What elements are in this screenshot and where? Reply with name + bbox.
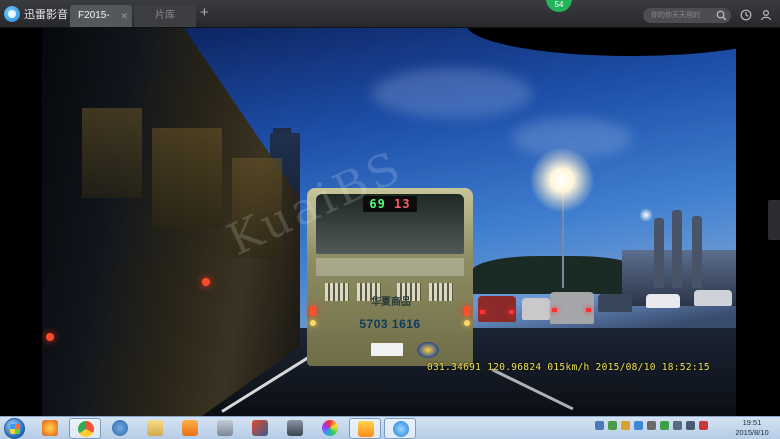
thunder-icon: [393, 421, 409, 437]
app-name: 迅雷影音: [24, 9, 68, 21]
tail-light: [509, 310, 514, 314]
taskbar-app-button[interactable]: [209, 418, 241, 439]
truck-marker-light: [46, 333, 54, 341]
bus-sticker: [417, 342, 439, 358]
tray-icon[interactable]: [634, 421, 643, 430]
video-player[interactable]: 69 13 华夏商品 5703 1616 KuaiBS 031.34691 12…: [0, 28, 780, 416]
tray-icon[interactable]: [699, 421, 708, 430]
media-icon: [182, 420, 198, 436]
sculpture: [692, 216, 702, 288]
trees: [472, 256, 642, 294]
bus-vent: [325, 283, 349, 301]
ie-icon: [42, 420, 58, 436]
clock-icon[interactable]: [740, 9, 752, 21]
user-icon[interactable]: [760, 9, 772, 21]
side-panel-handle[interactable]: [768, 200, 780, 240]
taskbar-app-button[interactable]: [34, 418, 66, 439]
tray-icon[interactable]: [647, 421, 656, 430]
taskbar-app-button[interactable]: [314, 418, 346, 439]
tail-light: [480, 310, 485, 314]
tab-label: 片库: [155, 10, 175, 21]
clock-time: 19:51: [742, 418, 762, 427]
notification-count: 54: [554, 0, 564, 9]
bus-tail-light: [310, 306, 316, 316]
car: [694, 290, 732, 306]
truck-marker-light: [202, 278, 210, 286]
taskbar-app-button[interactable]: [139, 418, 171, 439]
street-light-glare: [530, 148, 594, 212]
notification-badge[interactable]: 54: [546, 0, 572, 12]
taskbar-app-button[interactable]: [174, 418, 206, 439]
car: [522, 298, 550, 320]
taskbar-app-button[interactable]: [244, 418, 276, 439]
taskbar-app-button[interactable]: [69, 418, 101, 439]
bus-tail-light: [464, 306, 470, 316]
search-icon[interactable]: [716, 10, 727, 21]
windows-taskbar: 19:51 2015/8/10: [0, 416, 780, 439]
network-icon[interactable]: [673, 421, 682, 430]
video-frame: 69 13 华夏商品 5703 1616 KuaiBS 031.34691 12…: [42, 28, 736, 416]
bus-company-logo: 华夏商品: [371, 297, 411, 308]
bus-license-plate: [371, 343, 403, 356]
sogou-icon: [358, 421, 374, 437]
car: [478, 296, 516, 322]
taskbar-clock[interactable]: 19:51 2015/8/10: [728, 418, 776, 438]
bus-route-dest: 13: [394, 197, 411, 211]
folder-icon: [147, 420, 163, 436]
color-wheel-icon: [322, 420, 338, 436]
taskbar-app-button[interactable]: [104, 418, 136, 439]
dashcam-stamp: 031.34691 120.96824 015km/h 2015/08/10 1…: [427, 362, 710, 373]
tab-library[interactable]: 片库: [134, 5, 196, 27]
title-bar: 迅雷影音 ▼ F2015-08-10 ✕ 片库 + 54 你的你天天用的: [0, 0, 780, 43]
taskbar-app-button[interactable]: [349, 418, 381, 439]
bus-vent: [429, 283, 453, 301]
tray-icon[interactable]: [595, 421, 604, 430]
thunder-player-logo-icon: [4, 6, 20, 22]
tray-icon[interactable]: [608, 421, 617, 430]
bus-indicator-light: [464, 320, 470, 326]
app-menu-button[interactable]: 迅雷影音 ▼: [4, 4, 80, 24]
bus-ad-band: [316, 258, 464, 276]
tab-current-video[interactable]: F2015-08-10 ✕: [70, 5, 132, 43]
volume-icon[interactable]: [686, 421, 695, 430]
tray-icon[interactable]: [660, 421, 669, 430]
sculpture: [654, 218, 664, 288]
search-input[interactable]: 你的你天天用的: [643, 8, 731, 23]
tail-light: [586, 308, 591, 312]
ie-blue-icon: [112, 420, 128, 436]
taskbar-app-button[interactable]: [279, 418, 311, 439]
bus-fleet-number: 5703 1616: [359, 317, 421, 331]
tool-icon: [217, 420, 233, 436]
search-placeholder: 你的你天天用的: [651, 12, 700, 19]
car: [598, 294, 632, 312]
windows-logo-icon: [10, 424, 20, 434]
car: [646, 294, 680, 308]
chrome-icon: [78, 421, 94, 437]
tray-icon[interactable]: [621, 421, 630, 430]
cloud: [372, 68, 532, 118]
start-button[interactable]: [4, 418, 25, 439]
xmind-icon: [252, 420, 268, 436]
printer-icon: [287, 420, 303, 436]
truck-panel: [82, 108, 142, 198]
truck-panel: [152, 128, 222, 228]
system-tray: [595, 421, 708, 430]
bus-indicator-light: [310, 320, 316, 326]
tail-light: [552, 308, 557, 312]
clock-date: 2015/8/10: [735, 428, 769, 437]
thunder-player-window: 迅雷影音 ▼ F2015-08-10 ✕ 片库 + 54 你的你天天用的: [0, 0, 780, 439]
taskbar-app-button[interactable]: [384, 418, 416, 439]
close-icon[interactable]: ✕: [120, 5, 128, 27]
street-light-glare: [639, 208, 653, 222]
new-tab-button[interactable]: +: [200, 4, 209, 21]
sculpture: [672, 210, 682, 288]
